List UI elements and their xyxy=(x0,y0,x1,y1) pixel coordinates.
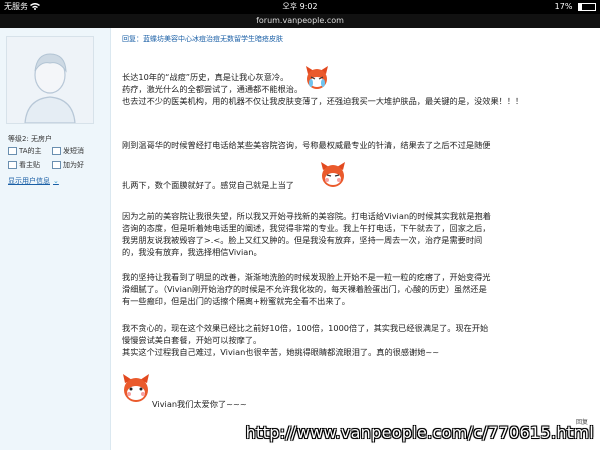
crying-fox-emoticon xyxy=(306,66,328,89)
status-bar: 无服务 오후 9:02 17% xyxy=(0,0,600,14)
ta-posts-label: TA的主 xyxy=(19,147,42,155)
message-icon xyxy=(52,147,61,155)
post-line: 药疗，激光什么的全都尝试了，通通都不能根治。 xyxy=(122,84,303,94)
user-sidebar: 等级2: 无房户 TA的主 发短消 看主贴 加为好 显示用户信息 ⌄ xyxy=(0,28,111,450)
clock: 오후 9:02 xyxy=(282,2,318,11)
post-line: Vivian我们太爱你了~~~ xyxy=(152,399,247,409)
send-message-link[interactable]: 发短消 xyxy=(52,146,84,156)
fox-emoticon xyxy=(321,162,345,187)
post-line: 扎两下，数个面膜就好了。感觉自己就是上当了 xyxy=(122,180,294,190)
post-line: 我的坚持让我看到了明显的改善，渐渐地洗脸的时候发现脸上开始不是一粒一粒的疙瘩了，… xyxy=(122,272,491,282)
thread-icon xyxy=(8,161,17,169)
post-line: 其实这个过程我自己难过，Vivian也很辛苦，她挑得眼睛都流眼泪了。真的很感谢她… xyxy=(122,347,440,357)
fox-emoticon xyxy=(123,374,149,402)
post-line: 因为之前的美容院让我很失望，所以我又开始寻找新的美容院。打电话给Vivian的时… xyxy=(122,211,491,221)
posts-icon xyxy=(8,147,17,155)
default-avatar-icon xyxy=(24,53,76,124)
post-line: 刚到温哥华的时候曾经打电话给某些美容院咨询，号称最权威最专业的针清，结果去了之后… xyxy=(122,140,491,150)
battery-indicator: 17% xyxy=(555,0,596,14)
source-watermark: http://www.vanpeople.com/c/770615.html xyxy=(245,423,594,442)
post-line: 的，我没有放弃，我选择相信Vivian。 xyxy=(122,247,262,257)
add-friend-label: 加为好 xyxy=(63,161,84,169)
reply-title: 回复：蓝蝶坊美容中心冰痘治痘无数留学生暗疮皮肤 xyxy=(122,35,283,43)
post-line: 慢慢尝试美白套餐，开始可以按摩了。 xyxy=(122,335,262,345)
battery-icon xyxy=(578,2,596,11)
battery-fill xyxy=(579,3,582,10)
post-content: 回复：蓝蝶坊美容中心冰痘治痘无数留学生暗疮皮肤 长达10年的“战痘”历史，真是让… xyxy=(118,28,600,450)
post-line: 滑细腻了。（Vivian刚开始治疗的时候是不允许我化妆的，每天裸着脸蛋出门，心酸… xyxy=(122,284,487,294)
user-level: 等级2: 无房户 xyxy=(8,135,53,143)
battery-percent: 17% xyxy=(554,2,573,11)
address-bar[interactable]: forum.vanpeople.com xyxy=(0,14,600,28)
show-user-info-link[interactable]: 显示用户信息 ⌄ xyxy=(8,176,59,186)
view-thread-label: 看主贴 xyxy=(19,161,40,169)
avatar[interactable] xyxy=(6,36,94,124)
post-line: 长达10年的“战痘”历史，真是让我心灰意冷。 xyxy=(122,72,289,82)
post-line: 咨询的态度，但是听着她电话里的阐述，我觉得非常的专业。我上午打电话，下午就去了，… xyxy=(122,223,491,233)
post-line: 也去过不少的医美机构，用的机器不仅让我皮肤变薄了，还强迫我买一大堆护肤品，最关键… xyxy=(122,96,524,106)
ta-posts-link[interactable]: TA的主 xyxy=(8,146,42,156)
send-message-label: 发短消 xyxy=(63,147,84,155)
post-line: 我男朋友说我被毁容了>.<。脸上又红又肿的。但是我没有放弃，坚持一周去一次，治疗… xyxy=(122,235,483,245)
post-line: 我不贪心的，现在这个效果已经比之前好10倍，100倍，1000倍了，其实我已经很… xyxy=(122,323,489,333)
address-domain[interactable]: forum.vanpeople.com xyxy=(256,16,344,25)
post-line: 有一些瘢印，但是出门的话擦个隔离+粉蜜就完全看不出来了。 xyxy=(122,296,350,306)
add-friend-icon xyxy=(52,161,61,169)
show-user-info-label: 显示用户信息 xyxy=(8,177,50,185)
chevron-down-icon: ⌄ xyxy=(53,177,59,185)
add-friend-link[interactable]: 加为好 xyxy=(52,160,84,170)
view-thread-link[interactable]: 看主贴 xyxy=(8,160,40,170)
